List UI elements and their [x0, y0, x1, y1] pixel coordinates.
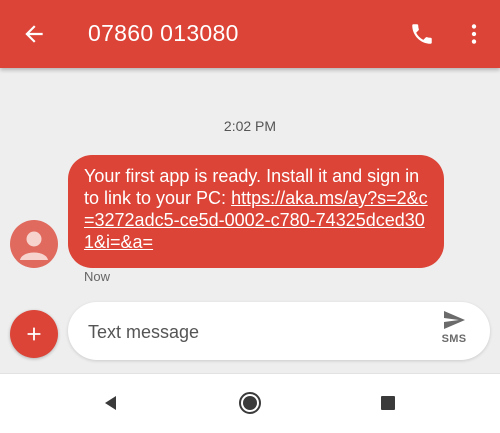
compose-bar: SMS [0, 300, 500, 372]
back-button[interactable] [12, 12, 56, 56]
nav-home-button[interactable] [233, 386, 267, 420]
app-bar: 07860 013080 [0, 0, 500, 68]
message-bubble[interactable]: Your first app is ready. Install it and … [68, 155, 444, 268]
message-status-time: Now [84, 269, 111, 284]
nav-recents-button[interactable] [371, 386, 405, 420]
person-icon [20, 231, 48, 260]
send-mode-label: SMS [441, 333, 467, 345]
send-icon [444, 311, 465, 329]
nav-back-button[interactable] [94, 386, 128, 420]
send-button[interactable]: SMS [432, 308, 476, 354]
nav-home-icon [239, 392, 261, 414]
call-button[interactable] [400, 12, 444, 56]
nav-back-icon [105, 396, 116, 410]
plus-icon [27, 327, 41, 341]
nav-recents-icon [381, 396, 395, 410]
message-timestamp: 2:02 PM [223, 118, 277, 134]
arrow-back-icon [25, 25, 43, 43]
more-vert-icon [471, 24, 477, 44]
add-attachment-button[interactable] [10, 310, 58, 358]
more-options-button[interactable] [452, 12, 496, 56]
system-nav-bar [0, 373, 500, 433]
conversation-area[interactable]: 2:02 PM Your first app is ready. Install… [0, 68, 500, 300]
message-input[interactable] [86, 317, 410, 347]
phone-icon [412, 24, 432, 44]
contact-avatar[interactable] [10, 220, 58, 268]
compose-field[interactable]: SMS [68, 302, 490, 360]
conversation-title: 07860 013080 [88, 20, 239, 46]
